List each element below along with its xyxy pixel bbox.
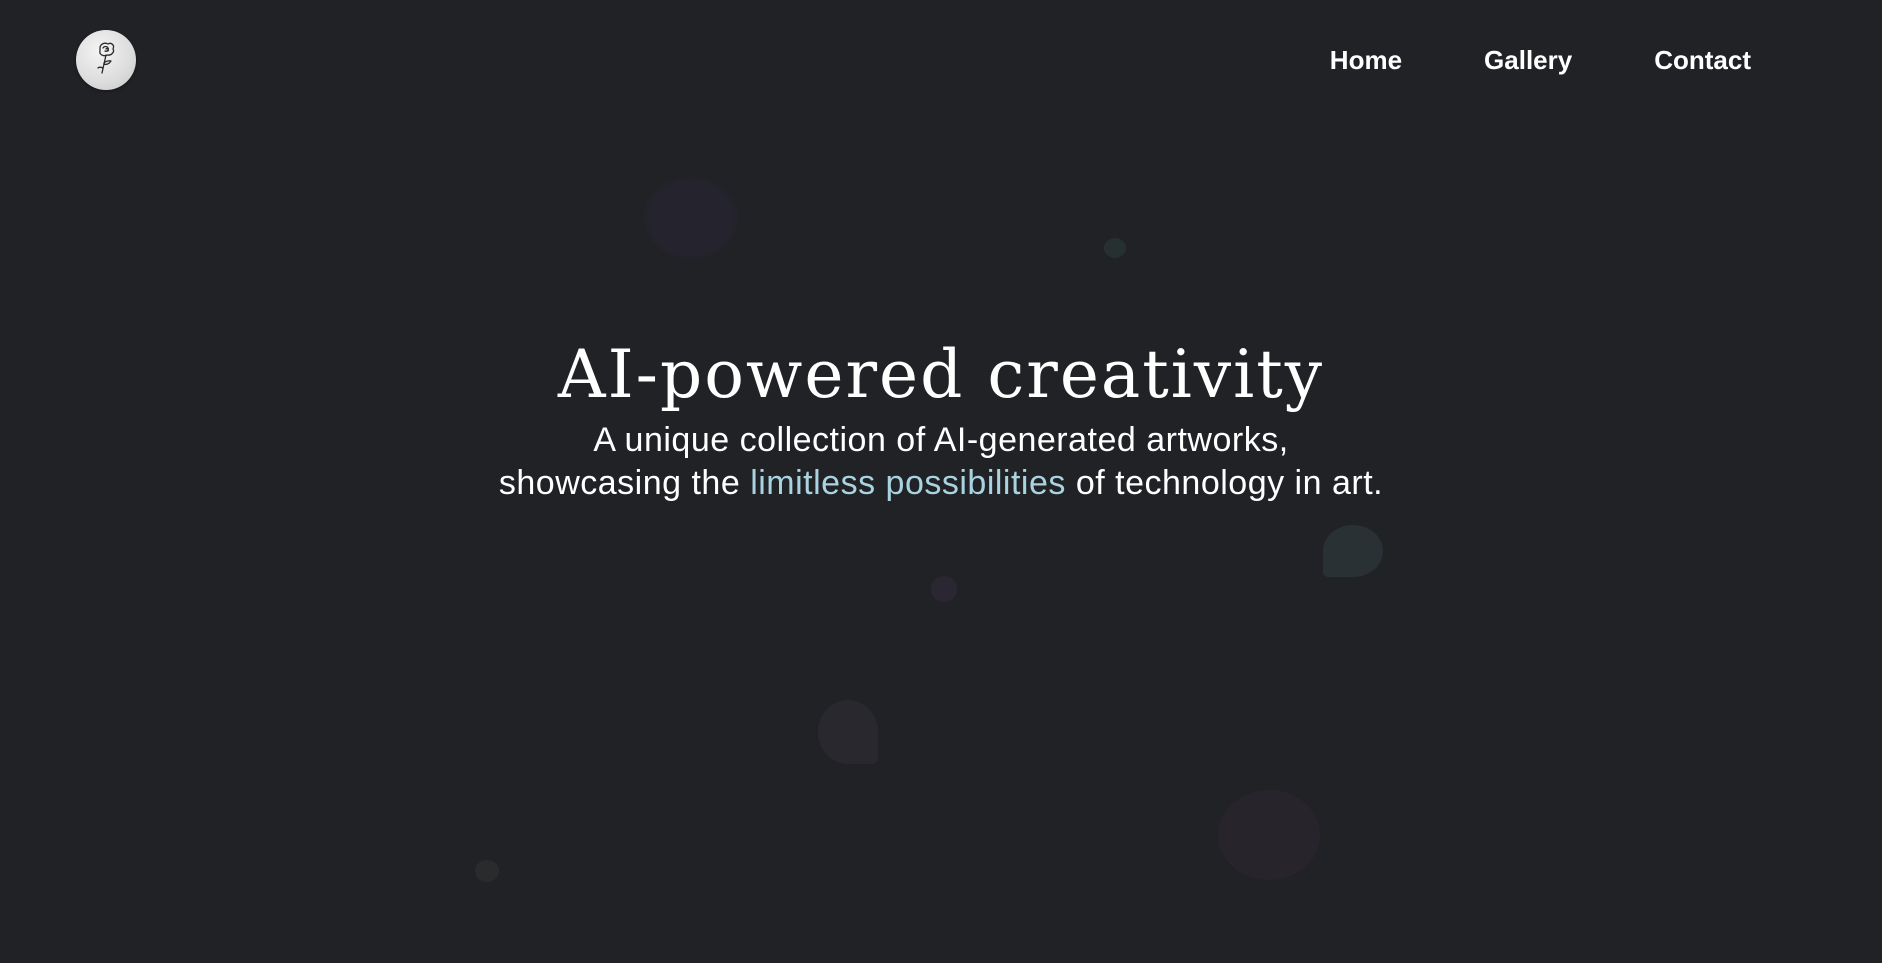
hero-subtitle-line2-start: showcasing the xyxy=(498,464,751,502)
hero-section: AI-powered creativity A unique collectio… xyxy=(0,335,1882,505)
nav-home-link[interactable]: Home xyxy=(1330,44,1402,76)
background-blob xyxy=(475,860,499,882)
background-blob xyxy=(1104,238,1126,258)
logo-button[interactable] xyxy=(76,30,136,90)
nav-gallery-link[interactable]: Gallery xyxy=(1484,44,1572,76)
rose-icon xyxy=(91,40,121,81)
hero-subtitle-line1: A unique collection of AI-generated artw… xyxy=(593,421,1289,459)
hero-subtitle-accent: limitless possibilities xyxy=(750,464,1066,502)
background-blob xyxy=(645,178,737,258)
main-nav: Home Gallery Contact xyxy=(1330,44,1751,76)
nav-contact-link[interactable]: Contact xyxy=(1654,44,1751,76)
background-blob xyxy=(818,700,878,764)
hero-subtitle-line2-end: of technology in art. xyxy=(1065,464,1384,502)
hero-subtitle: A unique collection of AI-generated artw… xyxy=(0,419,1882,505)
hero-title: AI-powered creativity xyxy=(557,336,1325,413)
background-blob xyxy=(1218,790,1320,880)
background-blob xyxy=(1323,525,1383,577)
page: Home Gallery Contact AI-powered creativi… xyxy=(0,0,1882,963)
background-blob xyxy=(931,576,957,602)
